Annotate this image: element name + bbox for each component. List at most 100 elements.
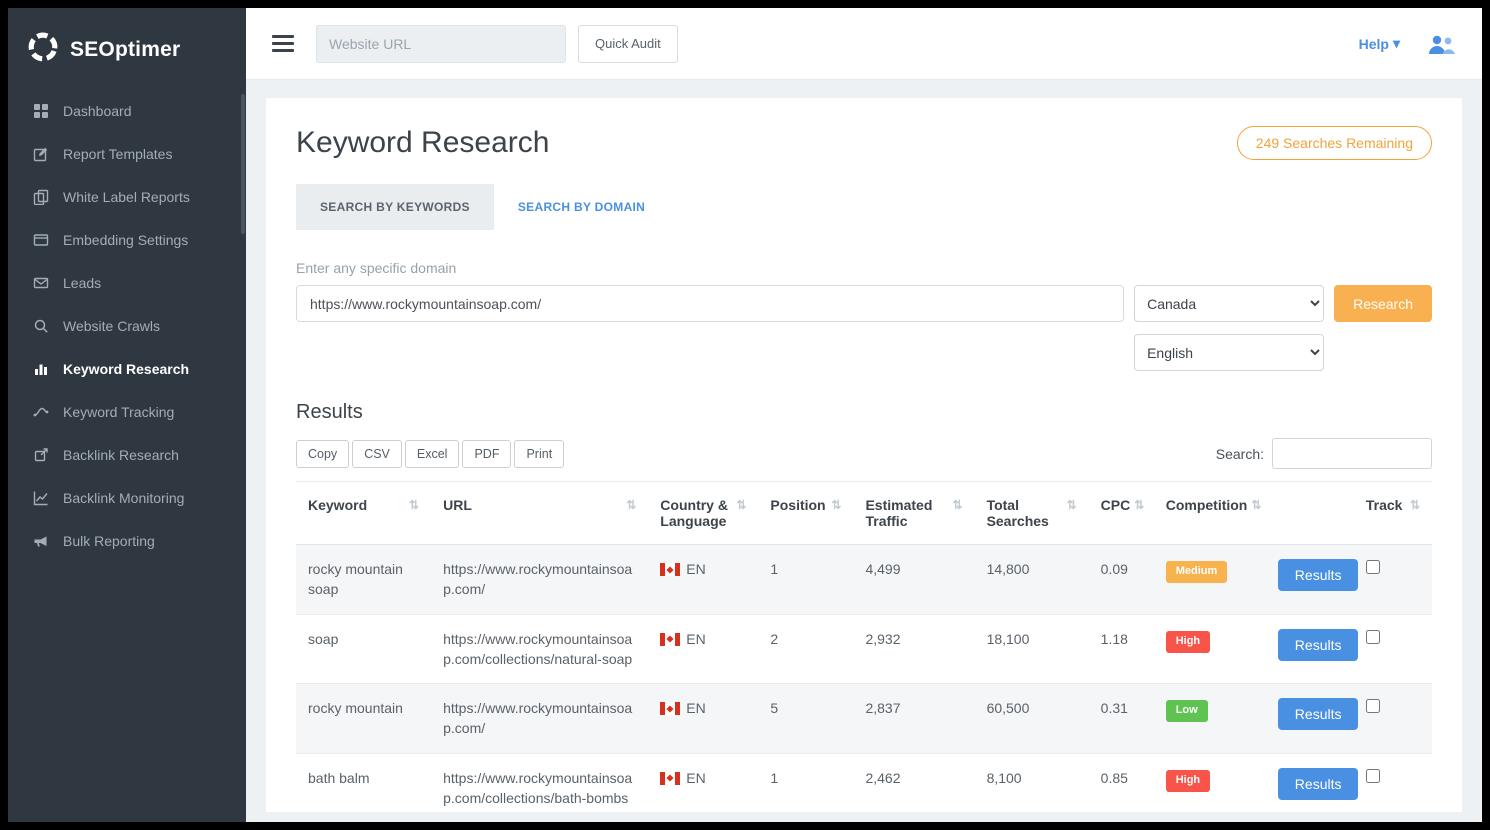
- country-select[interactable]: Canada: [1134, 285, 1324, 322]
- research-button[interactable]: Research: [1334, 285, 1432, 322]
- sidebar-scrollbar[interactable]: [241, 94, 245, 234]
- cell-action: Results: [1266, 545, 1354, 615]
- sidebar-item-backlink-research[interactable]: Backlink Research: [8, 433, 246, 476]
- sidebar-nav: Dashboard Report Templates White Label R…: [8, 89, 246, 562]
- quick-audit-button[interactable]: Quick Audit: [578, 25, 678, 63]
- sidebar-item-label: Bulk Reporting: [63, 533, 155, 549]
- page-title: Keyword Research: [296, 126, 549, 160]
- column-header-country-language[interactable]: Country & Language⇅: [648, 482, 758, 545]
- cell-url: https://www.rockymountainsoap.com/: [431, 545, 648, 615]
- column-header-actions: [1266, 482, 1354, 545]
- cell-cpc: 0.85: [1089, 753, 1154, 812]
- sort-icon[interactable]: ⇅: [626, 497, 636, 514]
- sidebar-item-backlink-monitoring[interactable]: Backlink Monitoring: [8, 476, 246, 519]
- sidebar-item-label: Website Crawls: [63, 318, 160, 334]
- domain-field-label: Enter any specific domain: [296, 260, 1432, 276]
- website-url-input[interactable]: [316, 25, 566, 63]
- sidebar-item-report-templates[interactable]: Report Templates: [8, 132, 246, 175]
- cell-estimated-traffic: 4,499: [853, 545, 974, 615]
- column-header-url[interactable]: URL⇅: [431, 482, 648, 545]
- cell-cpc: 1.18: [1089, 614, 1154, 684]
- sidebar: SEOptimer Dashboard Report Templates Whi…: [8, 8, 246, 822]
- column-header-cpc[interactable]: CPC⇅: [1089, 482, 1154, 545]
- copy-button[interactable]: Copy: [296, 440, 349, 468]
- chevron-down-icon: ▾: [1393, 35, 1400, 52]
- sort-icon[interactable]: ⇅: [1134, 497, 1144, 514]
- hamburger-menu-icon[interactable]: [272, 35, 294, 52]
- print-button[interactable]: Print: [514, 440, 564, 468]
- sidebar-item-website-crawls[interactable]: Website Crawls: [8, 304, 246, 347]
- bar-chart-icon: [32, 360, 49, 377]
- sort-icon[interactable]: ⇅: [831, 497, 841, 514]
- column-header-competition[interactable]: Competition⇅: [1154, 482, 1266, 545]
- tab-search-by-keywords[interactable]: SEARCH BY KEYWORDS: [296, 184, 494, 230]
- sidebar-item-white-label-reports[interactable]: White Label Reports: [8, 175, 246, 218]
- app-window: SEOptimer Dashboard Report Templates Whi…: [8, 8, 1482, 822]
- cell-country-language: EN: [648, 614, 758, 684]
- table-search-input[interactable]: [1272, 438, 1432, 469]
- sort-icon[interactable]: ⇅: [1067, 497, 1077, 514]
- sort-icon[interactable]: ⇅: [736, 497, 746, 514]
- cell-cpc: 0.09: [1089, 545, 1154, 615]
- sidebar-item-label: Report Templates: [63, 146, 172, 162]
- help-menu[interactable]: Help ▾: [1359, 35, 1400, 52]
- keyword-research-card: Keyword Research 249 Searches Remaining …: [266, 98, 1462, 812]
- logo[interactable]: SEOptimer: [8, 8, 246, 89]
- pdf-button[interactable]: PDF: [462, 440, 511, 468]
- track-checkbox[interactable]: [1366, 699, 1380, 713]
- sort-icon[interactable]: ⇅: [953, 497, 963, 514]
- csv-button[interactable]: CSV: [352, 440, 402, 468]
- column-header-total-searches[interactable]: Total Searches⇅: [975, 482, 1089, 545]
- content-area: Keyword Research 249 Searches Remaining …: [246, 80, 1482, 822]
- cell-track: [1354, 753, 1432, 812]
- topbar: Quick Audit Help ▾: [246, 8, 1482, 80]
- column-header-track[interactable]: Track⇅: [1354, 482, 1432, 545]
- cell-estimated-traffic: 2,462: [853, 753, 974, 812]
- cell-url: https://www.rockymountainsoap.com/: [431, 684, 648, 754]
- cell-keyword: rocky mountain: [296, 684, 431, 754]
- language-select[interactable]: English: [1134, 334, 1324, 371]
- row-results-button[interactable]: Results: [1278, 698, 1359, 730]
- sidebar-item-leads[interactable]: Leads: [8, 261, 246, 304]
- sidebar-item-label: Backlink Research: [63, 447, 179, 463]
- track-checkbox[interactable]: [1366, 630, 1380, 644]
- cell-url: https://www.rockymountainsoap.com/collec…: [431, 753, 648, 812]
- report-templates-icon: [32, 145, 49, 162]
- sidebar-item-bulk-reporting[interactable]: Bulk Reporting: [8, 519, 246, 562]
- row-results-button[interactable]: Results: [1278, 629, 1359, 661]
- sidebar-item-keyword-tracking[interactable]: Keyword Tracking: [8, 390, 246, 433]
- row-results-button[interactable]: Results: [1278, 559, 1359, 591]
- sort-icon[interactable]: ⇅: [409, 497, 419, 514]
- account-users-icon[interactable]: [1426, 33, 1456, 55]
- sort-icon[interactable]: ⇅: [1251, 497, 1261, 514]
- tab-search-by-domain[interactable]: SEARCH BY DOMAIN: [494, 184, 669, 230]
- results-table: Keyword⇅ URL⇅ Country & Language⇅ Positi…: [296, 481, 1432, 812]
- cell-position: 1: [758, 545, 853, 615]
- sidebar-item-keyword-research[interactable]: Keyword Research: [8, 347, 246, 390]
- sort-icon[interactable]: ⇅: [1410, 497, 1420, 514]
- column-header-estimated-traffic[interactable]: Estimated Traffic⇅: [853, 482, 974, 545]
- competition-badge: Medium: [1166, 561, 1228, 583]
- excel-button[interactable]: Excel: [405, 440, 460, 468]
- sidebar-item-dashboard[interactable]: Dashboard: [8, 89, 246, 132]
- table-search-label: Search:: [1216, 446, 1264, 462]
- cell-competition: Medium: [1154, 545, 1266, 615]
- cell-country-language: EN: [648, 753, 758, 812]
- search-tabs: SEARCH BY KEYWORDS SEARCH BY DOMAIN: [296, 184, 1432, 230]
- main-area: Quick Audit Help ▾ Keyword Research 249 …: [246, 8, 1482, 822]
- embedding-settings-icon: [32, 231, 49, 248]
- domain-input[interactable]: [296, 285, 1124, 322]
- track-checkbox[interactable]: [1366, 769, 1380, 783]
- column-header-keyword[interactable]: Keyword⇅: [296, 482, 431, 545]
- seoptimer-logo-icon: [26, 30, 60, 69]
- cell-competition: High: [1154, 614, 1266, 684]
- canada-flag-icon: [660, 563, 680, 576]
- sidebar-item-label: Backlink Monitoring: [63, 490, 184, 506]
- cell-country-language: EN: [648, 545, 758, 615]
- row-results-button[interactable]: Results: [1278, 768, 1359, 800]
- column-header-position[interactable]: Position⇅: [758, 482, 853, 545]
- competition-badge: High: [1166, 770, 1210, 792]
- sidebar-item-embedding-settings[interactable]: Embedding Settings: [8, 218, 246, 261]
- track-checkbox[interactable]: [1366, 560, 1380, 574]
- cell-url: https://www.rockymountainsoap.com/collec…: [431, 614, 648, 684]
